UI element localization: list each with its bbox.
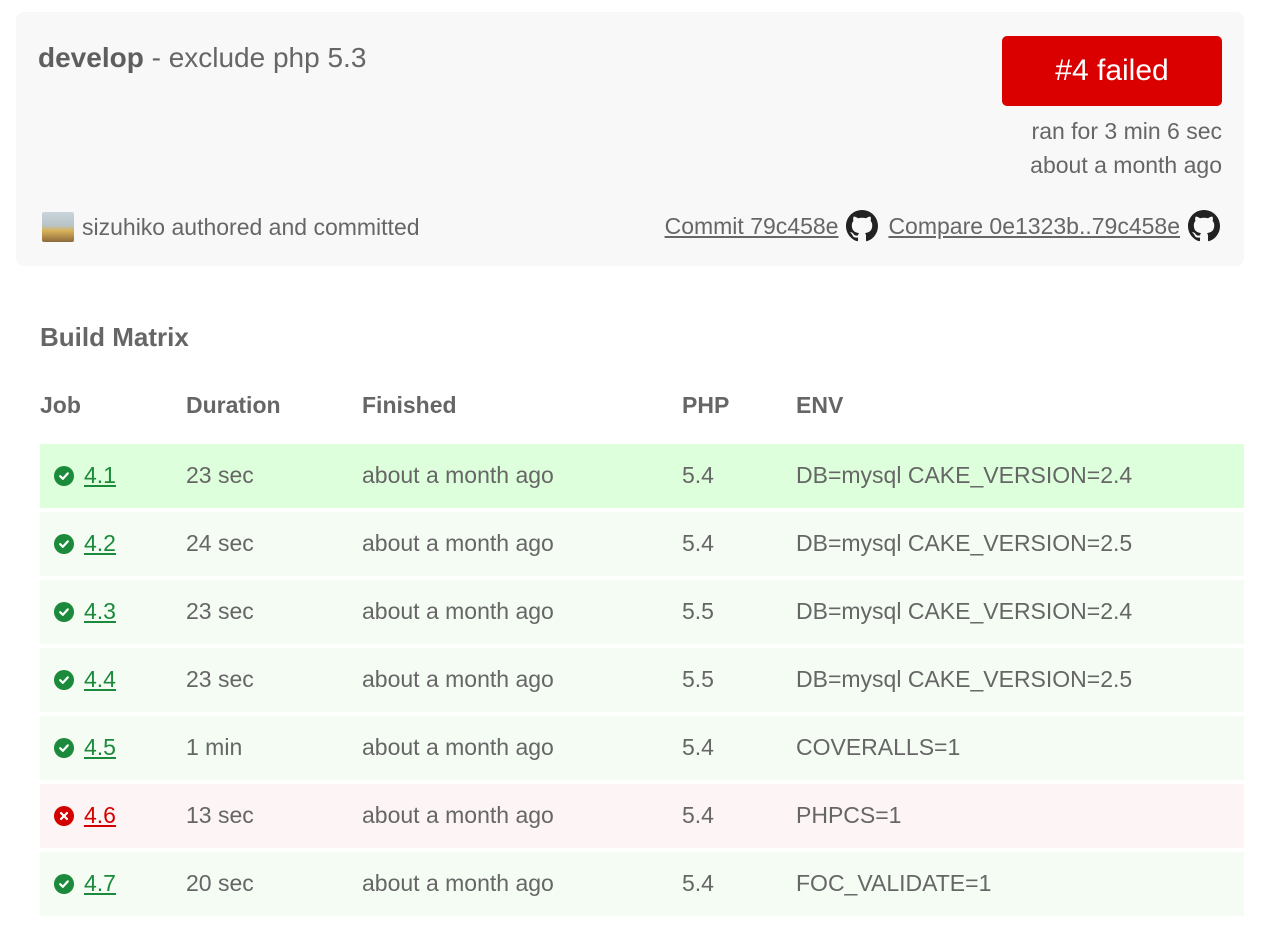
build-status-button[interactable]: #4 failed: [1002, 36, 1222, 106]
column-header-finished: Finished: [362, 392, 457, 418]
matrix-header-row: Job Duration Finished PHP ENV: [40, 392, 1244, 424]
job-env: DB=mysql CAKE_VERSION=2.5: [796, 666, 1133, 692]
job-duration: 13 sec: [186, 802, 254, 828]
job-php: 5.4: [682, 462, 714, 488]
job-cell: 4.2: [54, 530, 116, 557]
github-icon[interactable]: [1188, 210, 1220, 242]
job-row[interactable]: 4.5 1 min about a month ago 5.4 COVERALL…: [40, 716, 1244, 780]
job-env: DB=mysql CAKE_VERSION=2.4: [796, 598, 1133, 624]
job-php: 5.4: [682, 870, 714, 896]
job-env: DB=mysql CAKE_VERSION=2.4: [796, 462, 1133, 488]
job-duration: 1 min: [186, 734, 243, 760]
commit-message: - exclude php 5.3: [143, 42, 367, 73]
job-env: PHPCS=1: [796, 802, 902, 828]
job-cell: 4.3: [54, 598, 116, 625]
job-cell: 4.4: [54, 666, 116, 693]
check-circle-icon: [54, 465, 74, 486]
job-row[interactable]: 4.2 24 sec about a month ago 5.4 DB=mysq…: [40, 512, 1244, 576]
job-php: 5.4: [682, 530, 714, 556]
job-php: 5.5: [682, 598, 714, 624]
job-duration: 23 sec: [186, 666, 254, 692]
check-circle-icon: [54, 737, 74, 758]
column-header-duration: Duration: [186, 392, 281, 418]
job-row[interactable]: 4.1 23 sec about a month ago 5.4 DB=mysq…: [40, 444, 1244, 508]
job-link[interactable]: 4.3: [84, 598, 116, 625]
job-row[interactable]: 4.6 13 sec about a month ago 5.4 PHPCS=1: [40, 784, 1244, 848]
x-circle-icon: [54, 805, 74, 826]
column-header-php: PHP: [682, 392, 730, 418]
commit-links: Commit 79c458e Compare 0e1323b..79c458e: [665, 210, 1220, 242]
job-row[interactable]: 4.7 20 sec about a month ago 5.4 FOC_VAL…: [40, 852, 1244, 916]
job-link[interactable]: 4.5: [84, 734, 116, 761]
commit-link[interactable]: Commit 79c458e: [665, 213, 839, 240]
job-duration: 23 sec: [186, 598, 254, 624]
job-finished: about a month ago: [362, 802, 554, 828]
check-circle-icon: [54, 601, 74, 622]
github-icon[interactable]: [846, 210, 879, 242]
build-title: develop - exclude php 5.3: [38, 42, 366, 74]
job-finished: about a month ago: [362, 462, 554, 488]
build-matrix-heading: Build Matrix: [40, 322, 189, 352]
job-finished: about a month ago: [362, 734, 554, 760]
branch-name[interactable]: develop: [38, 42, 144, 73]
job-row[interactable]: 4.4 23 sec about a month ago 5.5 DB=mysq…: [40, 648, 1244, 712]
job-env: DB=mysql CAKE_VERSION=2.5: [796, 530, 1133, 556]
build-matrix-table: 4.1 23 sec about a month ago 5.4 DB=mysq…: [40, 444, 1244, 920]
job-cell: 4.5: [54, 734, 116, 761]
job-duration: 24 sec: [186, 530, 254, 556]
job-env: COVERALLS=1: [796, 734, 961, 760]
job-link[interactable]: 4.4: [84, 666, 116, 693]
job-link[interactable]: 4.6: [84, 802, 116, 829]
job-finished: about a month ago: [362, 870, 554, 896]
job-finished: about a month ago: [362, 598, 554, 624]
job-php: 5.4: [682, 802, 714, 828]
job-link[interactable]: 4.1: [84, 462, 116, 489]
compare-link[interactable]: Compare 0e1323b..79c458e: [888, 213, 1180, 240]
check-circle-icon: [54, 873, 74, 894]
check-circle-icon: [54, 533, 74, 554]
job-duration: 20 sec: [186, 870, 254, 896]
author-info: sizuhiko authored and committed: [42, 212, 420, 242]
build-finished-time: about a month ago: [1030, 152, 1222, 178]
job-php: 5.4: [682, 734, 714, 760]
build-summary: develop - exclude php 5.3 #4 failed ran …: [16, 12, 1244, 266]
job-cell: 4.7: [54, 870, 116, 897]
column-header-env: ENV: [796, 392, 844, 418]
job-row[interactable]: 4.3 23 sec about a month ago 5.5 DB=mysq…: [40, 580, 1244, 644]
job-cell: 4.6: [54, 802, 116, 829]
job-finished: about a month ago: [362, 530, 554, 556]
job-duration: 23 sec: [186, 462, 254, 488]
build-duration: ran for 3 min 6 sec: [1031, 118, 1222, 144]
job-php: 5.5: [682, 666, 714, 692]
column-header-job: Job: [40, 392, 81, 418]
check-circle-icon: [54, 669, 74, 690]
job-link[interactable]: 4.7: [84, 870, 116, 897]
avatar: [42, 212, 74, 242]
author-text: sizuhiko authored and committed: [82, 213, 420, 240]
job-env: FOC_VALIDATE=1: [796, 870, 992, 896]
job-cell: 4.1: [54, 462, 116, 489]
job-finished: about a month ago: [362, 666, 554, 692]
job-link[interactable]: 4.2: [84, 530, 116, 557]
